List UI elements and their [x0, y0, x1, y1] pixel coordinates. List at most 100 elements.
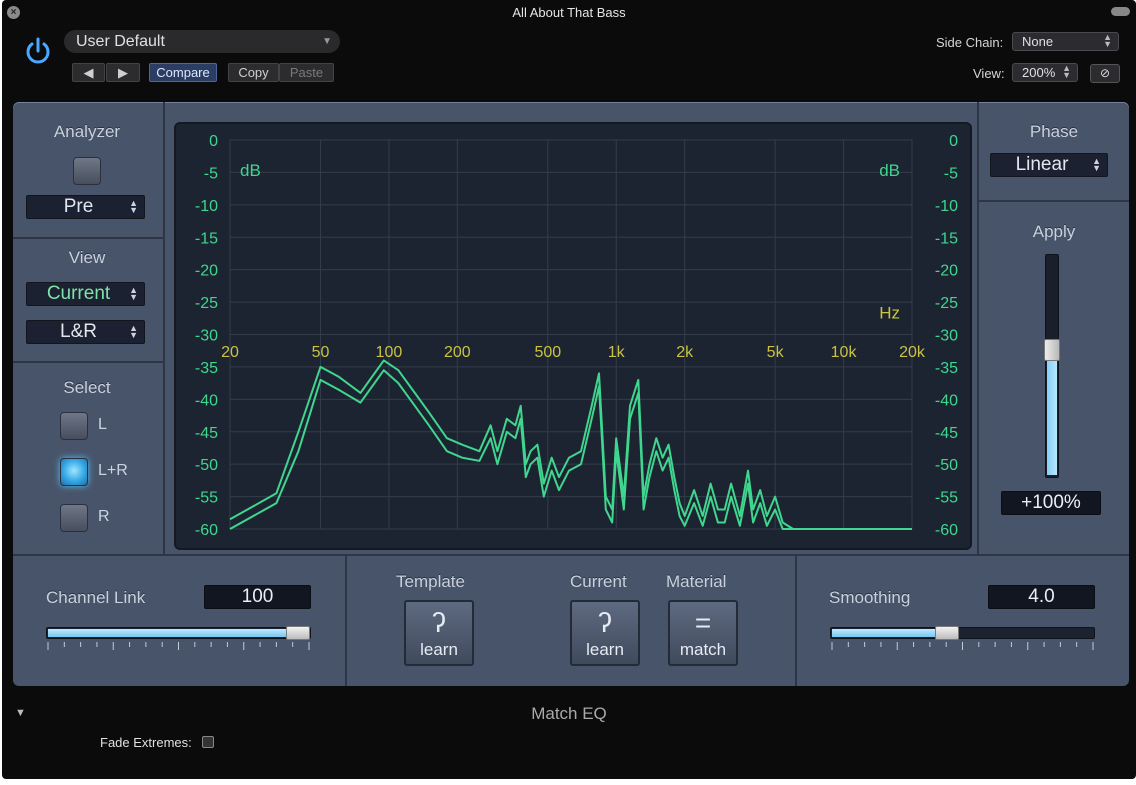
stepper-icon: ▲ ▼	[1092, 156, 1101, 173]
channel-link-fill	[48, 629, 299, 637]
view-zoom-label: View:	[973, 66, 1005, 81]
preset-menu[interactable]: User Default ▼	[64, 30, 340, 53]
compare-button[interactable]: Compare	[149, 63, 217, 82]
template-learn-button[interactable]: ʔ learn	[404, 600, 474, 666]
x-tick-label: 500	[534, 344, 561, 361]
analyzer-label: Analyzer	[53, 122, 121, 141]
plugin-window: × All About That Bass User Default ▼ ◀ ▶…	[2, 0, 1136, 779]
x-tick-label: 2k	[676, 344, 694, 361]
phase-label: Phase	[1029, 122, 1079, 141]
db-unit-label-right: dB	[879, 161, 900, 180]
y-tick-label-right: -30	[935, 328, 958, 345]
y-tick-label-right: -20	[935, 263, 958, 280]
previous-preset-button[interactable]: ◀	[72, 63, 105, 82]
learn-label: learn	[420, 640, 458, 659]
x-tick-label: 200	[444, 344, 471, 361]
view-mode-select[interactable]: Current ▲ ▼	[26, 282, 145, 306]
toolbar-toggle-button[interactable]	[1111, 7, 1130, 16]
channel-link-ticks	[47, 642, 310, 650]
select-lr-label: L+R	[98, 462, 128, 479]
x-tick-label: 10k	[831, 344, 858, 361]
channel-value: L&R	[60, 321, 97, 342]
match-button[interactable]: = match	[668, 600, 738, 666]
plugin-name: Match EQ	[531, 704, 607, 723]
select-r-button[interactable]	[60, 504, 88, 532]
stepper-icon: ▲ ▼	[129, 285, 138, 302]
paste-button[interactable]: Paste	[279, 63, 334, 82]
side-chain-value: None	[1022, 34, 1054, 49]
analyzer-toggle[interactable]	[73, 157, 101, 185]
current-label: Current	[570, 572, 627, 591]
y-tick-label-left: 0	[209, 133, 218, 150]
channel-link-slider[interactable]	[46, 626, 311, 640]
x-tick-label: 20k	[899, 344, 926, 361]
smoothing-fill	[832, 629, 948, 637]
divider	[979, 200, 1129, 202]
material-label: Material	[666, 572, 727, 591]
smoothing-slider[interactable]	[830, 626, 1095, 640]
y-tick-label-right: -35	[935, 360, 958, 377]
x-tick-label: 100	[376, 344, 403, 361]
divider	[13, 237, 163, 239]
db-unit-label-left: dB	[240, 161, 261, 180]
y-tick-label-right: -40	[935, 392, 958, 409]
side-chain-select[interactable]: None ▲ ▼	[1012, 32, 1119, 51]
select-r-label: R	[98, 508, 110, 525]
y-tick-label-right: -60	[935, 522, 958, 539]
analyzer-mode-select[interactable]: Pre ▲ ▼	[26, 195, 145, 219]
fade-extremes-checkbox[interactable]	[202, 736, 214, 748]
channel-link-knob[interactable]	[286, 626, 310, 640]
y-tick-label-right: -50	[935, 457, 958, 474]
stepper-icon: ▲ ▼	[129, 323, 138, 340]
template-label: Template	[396, 572, 465, 591]
power-icon[interactable]	[22, 35, 54, 67]
channel-link-label: Channel Link	[46, 588, 146, 607]
y-tick-label-right: -55	[935, 490, 958, 507]
divider	[977, 102, 979, 554]
y-tick-label-left: -30	[195, 328, 218, 345]
x-tick-label: 50	[312, 344, 330, 361]
apply-value[interactable]: +100%	[1001, 491, 1101, 515]
title-bar: × All About That Bass	[2, 0, 1136, 24]
eq-curve-display[interactable]: 0 0 -5 -5 -10 -10 -15 -15 -20 -20 -25 -25 -30 -30 -35 -…	[176, 124, 970, 548]
window-title: All About That Bass	[512, 5, 626, 20]
apply-slider[interactable]	[1044, 254, 1060, 478]
view-mode-value: Current	[46, 283, 111, 304]
stepper-icon: ▲ ▼	[1062, 63, 1071, 80]
divider	[13, 554, 1129, 556]
divider	[163, 102, 165, 554]
smoothing-ticks	[831, 642, 1094, 650]
divider	[13, 361, 163, 363]
smoothing-label: Smoothing	[829, 588, 911, 607]
channel-select[interactable]: L&R ▲ ▼	[26, 320, 145, 344]
copy-button[interactable]: Copy	[228, 63, 279, 82]
match-eq-panel: Analyzer Pre ▲ ▼ View Current ▲ ▼ L&R ▲ ▼ S…	[13, 102, 1129, 686]
preset-name: User Default	[76, 33, 165, 50]
view-zoom-select[interactable]: 200% ▲ ▼	[1012, 63, 1078, 82]
stepper-icon: ▲ ▼	[129, 198, 138, 215]
side-chain-label: Side Chain:	[936, 35, 1004, 50]
ear-icon: ʔ	[432, 607, 446, 638]
y-tick-label-left: -35	[195, 360, 218, 377]
select-lr-button[interactable]	[60, 458, 88, 486]
link-button[interactable]: ⊘	[1090, 64, 1120, 83]
smoothing-knob[interactable]	[934, 626, 959, 640]
chevron-down-icon: ▼	[322, 36, 332, 47]
apply-slider-knob[interactable]	[1044, 339, 1060, 361]
divider	[795, 556, 797, 686]
analyzer-mode-value: Pre	[63, 196, 94, 217]
eq-graph-frame[interactable]: 0 0 -5 -5 -10 -10 -15 -15 -20 -20 -25 -25 -30 -30 -35 -…	[174, 122, 972, 550]
phase-select[interactable]: Linear ▲ ▼	[990, 153, 1108, 177]
next-preset-button[interactable]: ▶	[106, 63, 140, 82]
y-tick-label-left: -10	[195, 198, 218, 215]
smoothing-value[interactable]: 4.0	[988, 585, 1095, 609]
y-tick-label-right: -10	[935, 198, 958, 215]
y-tick-label-right: -15	[935, 230, 958, 247]
equals-icon: =	[694, 607, 712, 638]
current-learn-button[interactable]: ʔ learn	[570, 600, 640, 666]
stepper-icon: ▲ ▼	[1103, 32, 1112, 49]
channel-link-value[interactable]: 100	[204, 585, 311, 609]
y-tick-label-left: -60	[195, 522, 218, 539]
fade-extremes-label: Fade Extremes:	[100, 735, 192, 750]
select-l-button[interactable]	[60, 412, 88, 440]
